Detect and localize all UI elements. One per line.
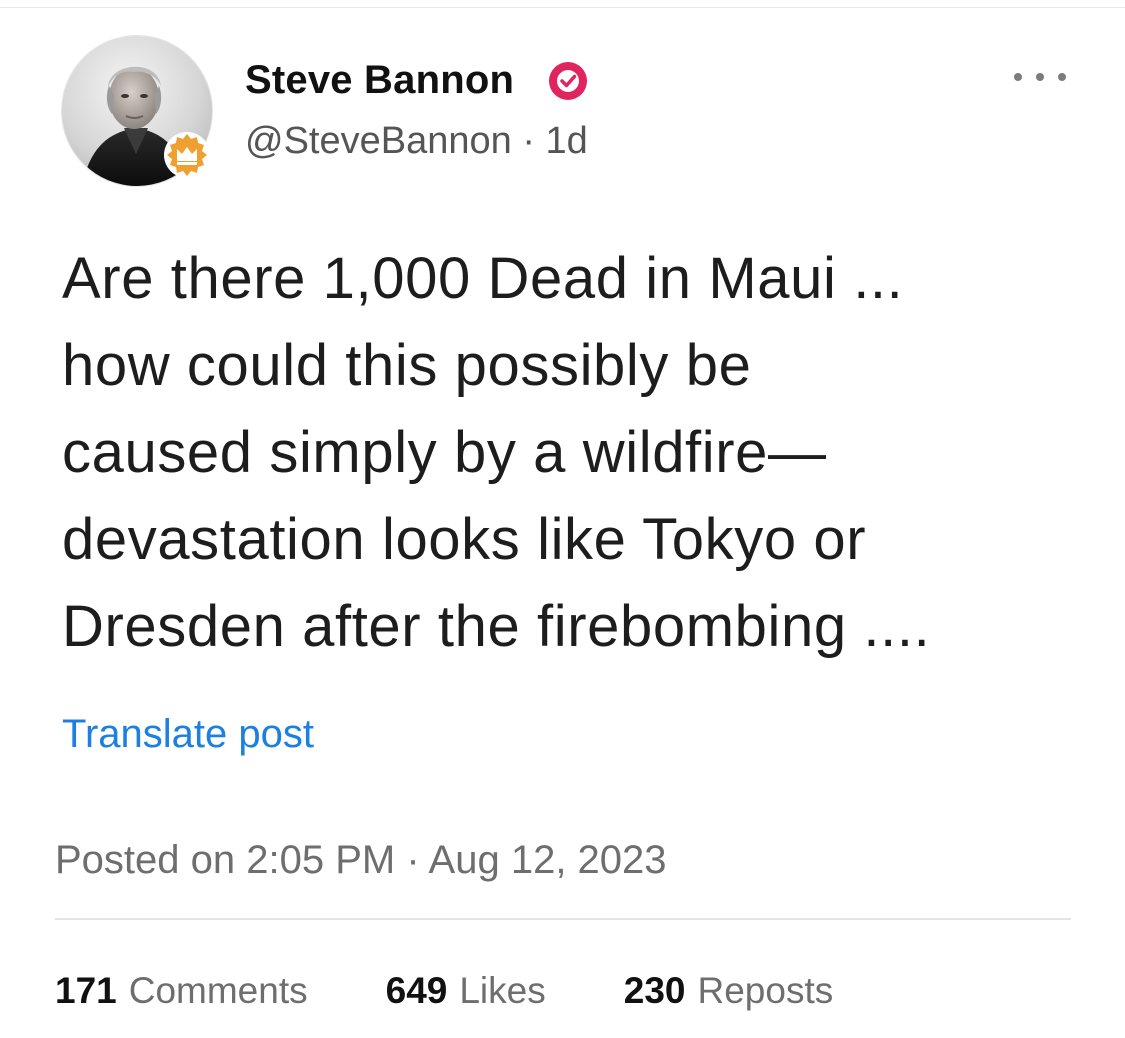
likes-label: Likes: [459, 970, 546, 1011]
user-handle[interactable]: @SteveBannon: [245, 120, 512, 162]
stats-divider: [55, 918, 1071, 920]
post-text-line: Are there 1,000 Dead in Maui ...: [62, 246, 904, 311]
verified-check-icon: [549, 62, 587, 100]
likes-stat[interactable]: 649 Likes: [386, 970, 546, 1012]
handle-line: @SteveBannon · 1d: [245, 120, 588, 163]
crown-badge-icon: [164, 132, 210, 178]
likes-count: 649: [385, 970, 448, 1011]
reposts-stat[interactable]: 230 Reposts: [624, 970, 833, 1012]
display-name[interactable]: Steve Bannon: [245, 58, 514, 103]
translate-post-link[interactable]: Translate post: [62, 712, 314, 757]
comments-stat[interactable]: 171 Comments: [55, 970, 308, 1012]
posted-timestamp: Posted on 2:05 PM · Aug 12, 2023: [55, 838, 667, 882]
top-divider: [0, 7, 1125, 8]
post-text-line: caused simply by a wildfire—: [62, 420, 827, 485]
reposts-count: 230: [623, 970, 686, 1011]
post-detail: Steve Bannon @SteveBannon · 1d Are there…: [0, 0, 1125, 1038]
comments-count: 171: [55, 970, 117, 1011]
more-dots-icon[interactable]: [1014, 70, 1066, 84]
post-text-line: how could this possibly be: [62, 333, 752, 398]
engagement-stats: 171 Comments 649 Likes 230 Reposts: [55, 970, 911, 1012]
post-age: 1d: [545, 120, 588, 162]
meta-separator: ·: [522, 120, 535, 162]
comments-label: Comments: [128, 970, 308, 1011]
post-text: Are there 1,000 Dead in Maui ... how cou…: [62, 235, 1072, 670]
post-text-line: Dresden after the firebombing ....: [62, 594, 931, 659]
reposts-label: Reposts: [697, 970, 834, 1011]
post-text-line: devastation looks like Tokyo or: [62, 507, 867, 572]
